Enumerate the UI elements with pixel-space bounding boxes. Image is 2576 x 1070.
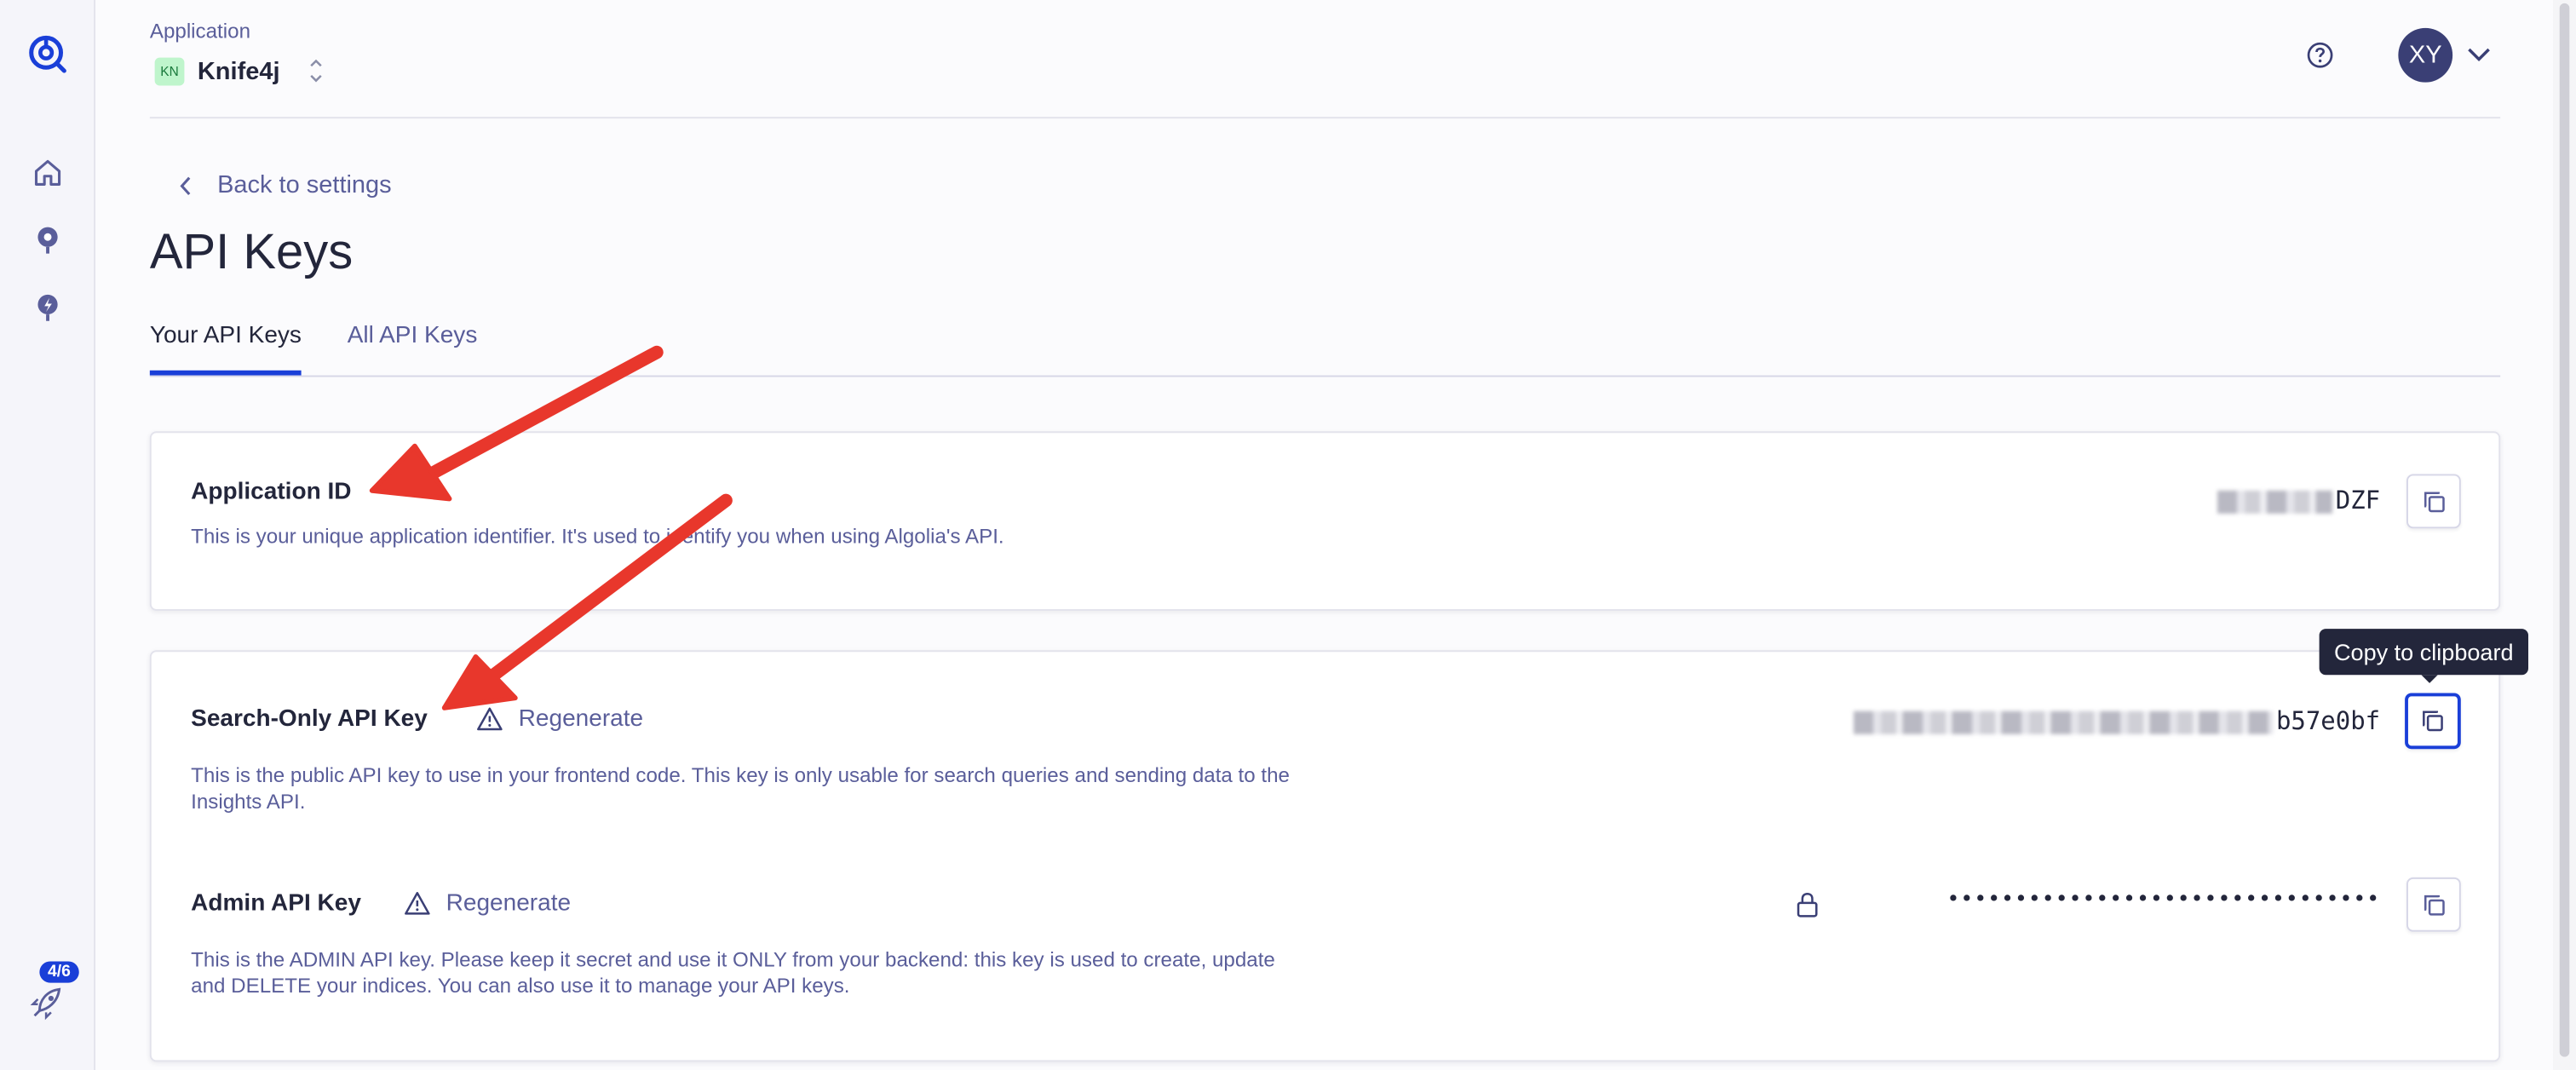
admin-key-description: This is the ADMIN API key. Please keep i…: [191, 948, 1275, 998]
admin-key-title: Admin API Key: [191, 890, 361, 918]
warning-icon: [405, 892, 430, 915]
home-icon[interactable]: [26, 152, 69, 194]
user-avatar[interactable]: XY: [2398, 27, 2453, 83]
tab-bar: Your API Keys All API Keys: [149, 313, 2501, 377]
tab-all-api-keys[interactable]: All API Keys: [348, 323, 478, 349]
application-id-card: Application ID This is your unique appli…: [149, 431, 2501, 611]
back-to-settings-link[interactable]: Back to settings: [180, 171, 392, 199]
back-link-label: Back to settings: [217, 170, 392, 199]
application-badge: KN: [154, 57, 185, 86]
redacted-value: [2217, 489, 2332, 513]
vertical-scrollbar[interactable]: [2552, 0, 2576, 1070]
warning-icon: [477, 707, 503, 731]
admin-key-masked-value: ••••••••••••••••••••••••••••••••: [1946, 887, 2381, 912]
application-id-description: This is your unique application identifi…: [191, 525, 1004, 549]
api-keys-card: Search-Only API Key Regenerate This is t…: [149, 650, 2501, 1062]
app-window: 4/6 Application KN Knife4j XY Back to se…: [0, 0, 2576, 1070]
top-header: Application KN Knife4j XY: [149, 0, 2501, 119]
copy-application-id-button[interactable]: [2406, 474, 2461, 529]
application-id-title: Application ID: [191, 479, 352, 506]
help-icon[interactable]: [2306, 41, 2334, 78]
scrollbar-thumb[interactable]: [2559, 3, 2570, 1057]
copy-search-only-key-button[interactable]: [2405, 693, 2461, 750]
tab-your-api-keys[interactable]: Your API Keys: [149, 323, 302, 376]
page-title: API Keys: [149, 225, 354, 280]
chevron-down-icon[interactable]: [2466, 43, 2493, 72]
regenerate-admin-key-button[interactable]: Regenerate: [403, 890, 571, 917]
rocket-icon[interactable]: [26, 981, 69, 1024]
regenerate-search-key-button[interactable]: Regenerate: [475, 706, 643, 733]
copy-icon: [2424, 894, 2444, 915]
copy-icon: [2423, 710, 2443, 732]
search-only-key-description: This is the public API key to use in you…: [191, 763, 1291, 814]
chevron-left-icon: [180, 175, 193, 195]
search-pin-icon[interactable]: [26, 219, 69, 262]
sidebar: 4/6: [0, 0, 96, 1070]
application-label: Application: [149, 20, 251, 43]
search-only-key-value[interactable]: b57e0bf: [1853, 706, 2380, 736]
main-content: Application KN Knife4j XY Back to settin…: [95, 0, 2553, 1070]
search-only-key-title: Search-Only API Key: [191, 705, 428, 733]
redacted-value: [1853, 710, 2274, 733]
onboarding-progress-badge[interactable]: 4/6: [39, 961, 79, 983]
lightning-pin-icon[interactable]: [26, 286, 69, 329]
copy-icon: [2424, 491, 2444, 512]
copy-tooltip: Copy to clipboard: [2319, 629, 2528, 683]
application-name[interactable]: Knife4j: [198, 58, 280, 86]
lock-icon[interactable]: [1794, 890, 1820, 927]
application-id-value[interactable]: DZF: [2217, 486, 2380, 515]
copy-admin-key-button[interactable]: [2406, 877, 2461, 932]
chevron-up-down-icon[interactable]: [308, 56, 324, 94]
algolia-logo-icon[interactable]: [26, 33, 69, 76]
